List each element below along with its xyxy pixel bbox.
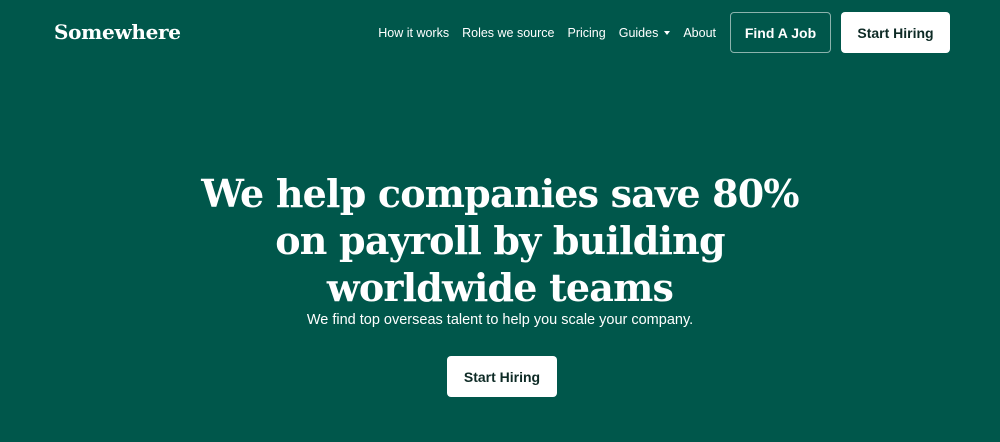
nav-pricing[interactable]: Pricing <box>568 26 606 40</box>
hero-title: We help companies save 80% on payroll by… <box>201 171 799 310</box>
nav-about[interactable]: About <box>683 26 716 40</box>
logo[interactable]: Somewhere <box>54 20 181 44</box>
find-a-job-button[interactable]: Find A Job <box>730 12 831 53</box>
hero-subtitle: We find top overseas talent to help you … <box>306 312 694 328</box>
nav-roles-we-source[interactable]: Roles we source <box>462 26 554 40</box>
hero-start-hiring-button[interactable]: Start Hiring <box>447 356 557 397</box>
main-nav: How it works Roles we source Pricing Gui… <box>378 12 950 53</box>
caret-down-icon <box>664 30 671 35</box>
nav-guides-label: Guides <box>618 25 659 40</box>
nav-how-it-works[interactable]: How it works <box>378 26 449 40</box>
start-hiring-button[interactable]: Start Hiring <box>841 12 950 53</box>
nav-guides[interactable]: Guides <box>619 26 671 40</box>
